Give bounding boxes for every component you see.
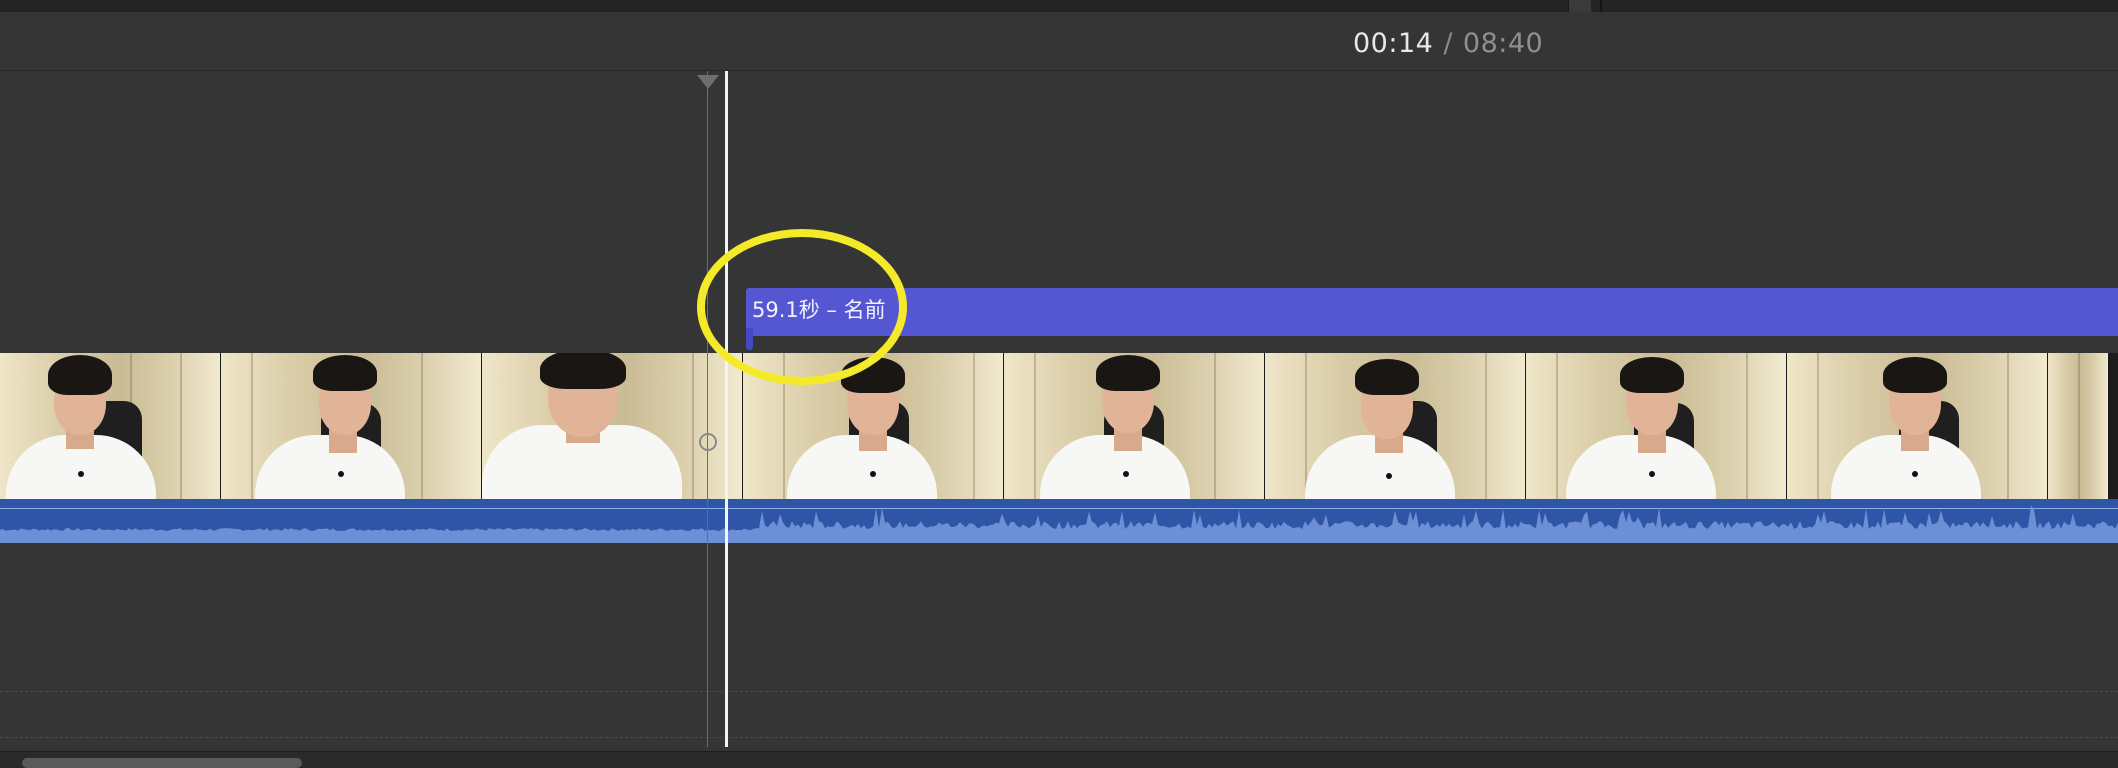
highlight-ring-annotation (697, 229, 907, 385)
filmstrip-frame (482, 353, 743, 499)
video-clip-filmstrip[interactable] (0, 353, 2118, 499)
filmstrip-frame (221, 353, 482, 499)
waveform-shape (0, 505, 2118, 543)
lane-guide-line (0, 737, 2118, 738)
horizontal-scrollbar-thumb[interactable] (22, 758, 302, 768)
top-divider-handle[interactable] (1568, 0, 1591, 12)
audio-waveform (0, 505, 2118, 543)
filmstrip-frame (1526, 353, 1787, 499)
audio-waveform-track[interactable] (0, 499, 2118, 543)
filmstrip-frame (1787, 353, 2048, 499)
timeline-header: 00:14 / 08:40 (0, 12, 2118, 71)
skimmer-line (707, 71, 708, 747)
top-divider-line (1600, 0, 1602, 12)
total-duration: 08:40 (1462, 28, 1544, 59)
filmstrip-frame (0, 353, 221, 499)
filmstrip-frame (1004, 353, 1265, 499)
filmstrip-frame (2048, 353, 2109, 499)
filmstrip-frame (1265, 353, 1526, 499)
skimmer-knob-icon (699, 433, 717, 451)
current-time: 00:14 (1353, 28, 1434, 59)
skimmer-head-icon[interactable] (697, 75, 719, 89)
title-clip[interactable]: 59.1秒 – 名前 (746, 288, 2118, 350)
time-separator: / (1443, 28, 1453, 59)
timeline-window: 00:14 / 08:40 59.1秒 – 名前 (0, 0, 2118, 768)
lane-guide-line (0, 691, 2118, 692)
timecode-display: 00:14 / 08:40 (1353, 28, 1543, 59)
timeline-area[interactable]: 59.1秒 – 名前 (0, 71, 2118, 751)
horizontal-scrollbar[interactable] (0, 751, 2118, 768)
playhead[interactable] (725, 71, 728, 747)
